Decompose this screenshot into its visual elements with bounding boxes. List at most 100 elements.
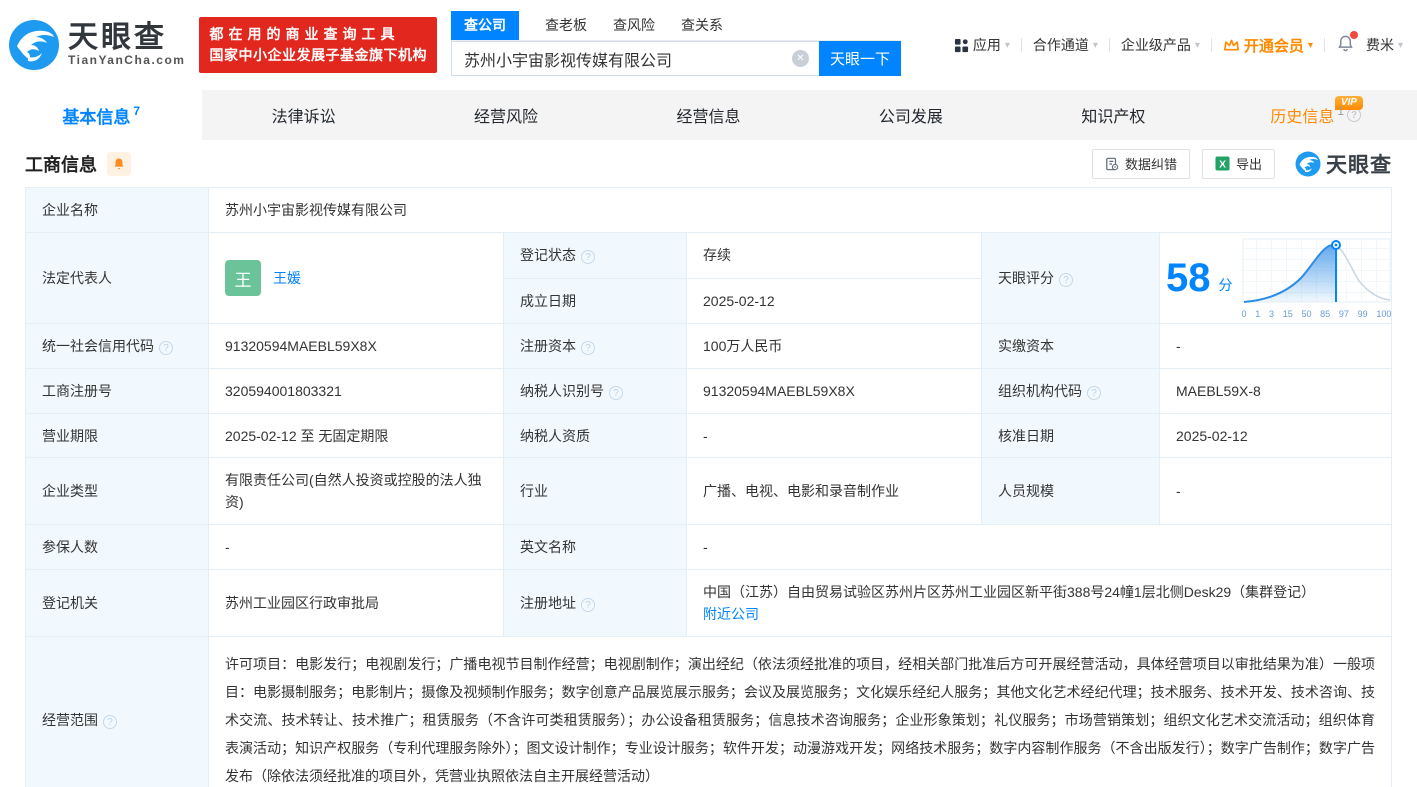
- data-correction-label: 数据纠错: [1124, 157, 1177, 172]
- username: 费米: [1365, 37, 1394, 53]
- legal-rep-cell: 王 王媛: [208, 232, 504, 324]
- reg-capital-value: 100万人民币: [686, 323, 982, 369]
- notifications-bell[interactable]: [1336, 31, 1358, 56]
- tab-label: 历史信息: [1270, 109, 1335, 126]
- reg-status-value: 存续: [686, 232, 982, 279]
- tab-legal-proceedings[interactable]: 法律诉讼: [202, 90, 404, 140]
- tianyan-score-chart: 01 3 15 50 85 97 99 100: [1241, 237, 1393, 319]
- help-icon[interactable]: ?: [1087, 386, 1101, 400]
- tab-label: 经营信息: [676, 109, 741, 126]
- search-tab-risk[interactable]: 查风险: [613, 15, 655, 40]
- help-icon[interactable]: ?: [581, 250, 595, 265]
- legal-rep-link[interactable]: 王媛: [273, 268, 301, 288]
- tab-business-risk[interactable]: 经营风险: [405, 90, 607, 140]
- nav-user-menu[interactable]: 费米 ▾: [1366, 35, 1403, 55]
- search-input[interactable]: [450, 41, 819, 76]
- company-type-value: 有限责任公司(自然人投资或控股的法人独资): [208, 457, 504, 525]
- subscribe-bell-button[interactable]: [107, 151, 131, 176]
- brand-slogan-banner: 都在用的商业查询工具 国家中小企业发展子基金旗下机构: [199, 17, 437, 73]
- nav-apps[interactable]: 应用 ▾: [954, 35, 1010, 55]
- bell-icon: [114, 157, 124, 169]
- help-icon[interactable]: ?: [581, 598, 595, 612]
- table-row: 营业期限 2025-02-12 至 无固定期限 纳税人资质 - 核准日期 202…: [25, 413, 1392, 458]
- nav-enterprise-products[interactable]: 企业级产品 ▾: [1121, 35, 1200, 55]
- table-row: 参保人数 - 英文名称 -: [25, 524, 1392, 570]
- company-name-label: 企业名称: [25, 187, 209, 233]
- tab-label: 基本信息: [62, 107, 131, 127]
- section-title: 工商信息: [25, 154, 97, 175]
- tab-business-info[interactable]: 经营信息: [607, 90, 809, 140]
- nearby-companies-link[interactable]: 附近公司: [703, 606, 759, 622]
- reg-number-label: 工商注册号: [25, 368, 209, 414]
- credit-code-label: 统一社会信用代码?: [25, 323, 209, 369]
- crown-icon: [1223, 39, 1239, 51]
- tab-label: 经营风险: [474, 109, 539, 126]
- table-row: 登记机关 苏州工业园区行政审批局 注册地址? 中国（江苏）自由贸易试验区苏州片区…: [25, 569, 1392, 637]
- search-tab-boss[interactable]: 查老板: [545, 15, 587, 40]
- help-icon[interactable]: ?: [581, 341, 595, 355]
- search-tabs: 查公司 查老板 查风险 查关系: [450, 11, 901, 41]
- tab-count: 7: [133, 104, 141, 118]
- tab-history-info[interactable]: VIP 历史信息 1 ?: [1215, 90, 1417, 140]
- export-button[interactable]: X 导出: [1201, 148, 1275, 179]
- nav-apps-label: 应用: [972, 37, 1001, 53]
- org-code-value: MAEBL59X-8: [1159, 368, 1392, 414]
- business-term-label: 营业期限: [25, 413, 209, 458]
- slogan-line2: 国家中小企业发展子基金旗下机构: [209, 47, 427, 63]
- nav-vip-upgrade[interactable]: 开通会员 ▾: [1223, 35, 1313, 56]
- chevron-down-icon: ▾: [1092, 39, 1098, 51]
- org-code-label: 组织机构代码?: [981, 368, 1160, 414]
- tianyan-score-label: 天眼评分?: [981, 232, 1160, 324]
- table-row: 统一社会信用代码? 91320594MAEBL59X8X 注册资本? 100万人…: [25, 323, 1392, 369]
- help-icon[interactable]: ?: [1059, 273, 1073, 287]
- nav-cooperation[interactable]: 合作通道 ▾: [1033, 35, 1098, 55]
- reg-authority-value: 苏州工业园区行政审批局: [208, 569, 504, 637]
- staff-size-label: 人员规模: [981, 457, 1160, 525]
- document-edit-icon: [1106, 157, 1119, 170]
- tab-company-development[interactable]: 公司发展: [810, 90, 1012, 140]
- reg-authority-label: 登记机关: [25, 569, 209, 637]
- tab-label: 法律诉讼: [271, 109, 336, 126]
- search-tab-company[interactable]: 查公司: [450, 11, 519, 40]
- tab-label: 知识产权: [1081, 109, 1146, 126]
- table-row: 企业类型 有限责任公司(自然人投资或控股的法人独资) 行业 广播、电视、电影和录…: [25, 457, 1392, 525]
- insured-count-label: 参保人数: [25, 524, 209, 570]
- tianyancha-logo[interactable]: 天眼查 TianYanCha.com: [8, 19, 185, 71]
- data-correction-button[interactable]: 数据纠错: [1091, 148, 1190, 179]
- excel-icon: X: [1215, 156, 1230, 171]
- tab-intellectual-property[interactable]: 知识产权: [1012, 90, 1214, 140]
- divider: [1108, 38, 1110, 52]
- reg-capital-label: 注册资本?: [503, 323, 687, 369]
- table-row: 法定代表人 王 王媛 登记状态? 存续 天眼评分? 58 分 0 1 3 15 …: [25, 232, 1392, 324]
- tianyancha-logo-icon: [9, 20, 59, 70]
- help-icon[interactable]: ?: [103, 715, 117, 729]
- export-label: 导出: [1235, 157, 1262, 172]
- watermark-logo: 天眼查: [1295, 149, 1392, 179]
- table-row: 企业名称 苏州小宇宙影视传媒有限公司: [25, 187, 1392, 233]
- help-icon[interactable]: ?: [609, 386, 623, 400]
- business-registration-table: 企业名称 苏州小宇宙影视传媒有限公司 法定代表人 王 王媛 登记状态? 存续 天…: [25, 187, 1392, 787]
- clear-search-icon[interactable]: ✕: [791, 50, 809, 67]
- tab-label: 公司发展: [878, 109, 943, 126]
- english-name-label: 英文名称: [503, 524, 687, 570]
- legal-rep-avatar[interactable]: 王: [225, 260, 261, 296]
- reg-address-cell: 中国（江苏）自由贸易试验区苏州片区苏州工业园区新平街388号24幢1层北侧Des…: [686, 569, 1392, 637]
- tab-basic-info[interactable]: 基本信息 7: [0, 90, 203, 140]
- establish-date-label: 成立日期: [503, 277, 687, 324]
- approval-date-label: 核准日期: [981, 413, 1160, 458]
- notification-dot: [1349, 31, 1358, 39]
- table-row: 经营范围? 许可项目：电影发行；电视剧发行；广播电视节目制作经营；电视剧制作；演…: [25, 636, 1392, 787]
- search-tab-relation[interactable]: 查关系: [681, 15, 723, 40]
- apps-grid-icon: [954, 38, 968, 52]
- search-button[interactable]: 天眼一下: [818, 41, 901, 76]
- help-icon[interactable]: ?: [1347, 108, 1362, 122]
- establish-date-value: 2025-02-12: [686, 277, 982, 324]
- score-value: 58: [1166, 256, 1211, 300]
- reg-address-value: 中国（江苏）自由贸易试验区苏州片区苏州工业园区新平街388号24幢1层北侧Des…: [703, 584, 1316, 600]
- help-icon[interactable]: ?: [159, 341, 173, 355]
- paid-capital-value: -: [1159, 323, 1392, 369]
- paid-capital-label: 实缴资本: [981, 323, 1160, 369]
- insured-count-value: -: [208, 524, 504, 570]
- business-scope-value: 许可项目：电影发行；电视剧发行；广播电视节目制作经营；电视剧制作；演出经纪（依法…: [208, 636, 1392, 787]
- taxpayer-quality-label: 纳税人资质: [503, 413, 687, 458]
